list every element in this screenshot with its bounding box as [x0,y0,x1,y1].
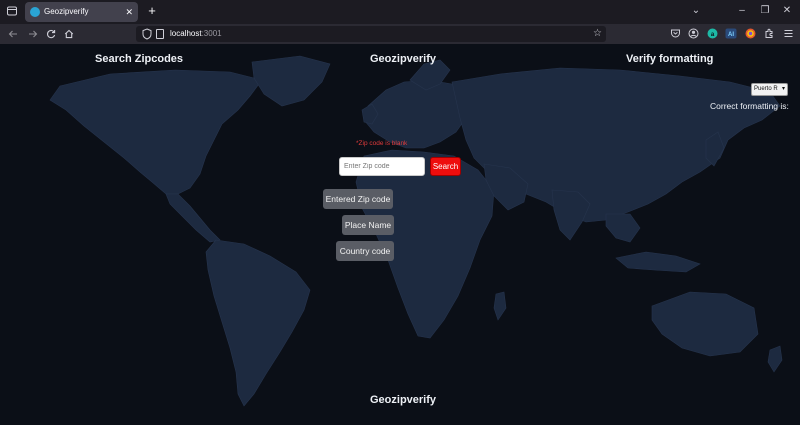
extensions-puzzle-icon[interactable] [762,27,776,41]
search-button[interactable]: Search [430,157,461,176]
world-map-background [49,55,783,407]
bookmark-star-icon[interactable]: ☆ [593,27,602,41]
country-select[interactable]: Puerto R ▾ [751,83,788,96]
url-port: :3001 [201,29,222,38]
entered-zip-code-field: Entered Zip code [323,189,393,209]
reload-icon[interactable] [44,26,58,42]
list-all-tabs-icon[interactable]: ⌄ [688,3,704,19]
nav-search-zipcodes-link[interactable]: Search Zipcodes [95,52,183,66]
country-code-field: Country code [336,241,394,261]
brand-title[interactable]: Geozipverify [370,52,436,66]
tab-strip: Geozipverify ✕ + ⌄ – ❐ ✕ [0,0,800,24]
new-tab-button[interactable]: + [145,3,159,19]
close-window-button[interactable]: ✕ [779,3,795,19]
country-select-value: Puerto R [754,86,778,92]
nav-verify-formatting-link[interactable]: Verify formatting [626,52,713,66]
place-name-field: Place Name [342,215,394,235]
chevron-down-icon: ▾ [781,86,785,92]
zip-code-input[interactable] [339,157,425,176]
menu-hamburger-icon[interactable] [781,27,795,41]
zip-error-message: *Zip code is blank [356,140,408,147]
extension-colorful-icon[interactable] [743,27,757,41]
page-info-icon[interactable] [156,29,164,39]
back-arrow-icon[interactable] [6,26,20,42]
footer-brand: Geozipverify [370,394,437,406]
site-header: Search Zipcodes Geozipverify Verify form… [0,44,800,74]
tab-overview-icon[interactable] [4,3,20,19]
url-text[interactable]: localhost:3001 [170,28,222,40]
address-bar[interactable]: localhost:3001 ☆ [136,26,606,42]
browser-window: Geozipverify ✕ + ⌄ – ❐ ✕ localhost:3001 … [0,0,800,425]
tab-title: Geozipverify [44,7,89,16]
restore-button[interactable]: ❐ [757,3,773,19]
url-host: localhost [170,29,202,38]
minimize-button[interactable]: – [734,3,750,19]
correct-formatting-label: Correct formatting is: [710,101,789,111]
svg-text:AI: AI [728,32,734,38]
pocket-icon[interactable] [668,27,682,41]
extension-teal-icon[interactable]: a [705,27,719,41]
web-page: Search Zipcodes Geozipverify Verify form… [0,44,800,425]
tab-geozipverify[interactable]: Geozipverify ✕ [25,2,138,22]
shield-icon[interactable] [142,28,152,40]
favicon-icon [30,7,40,17]
home-icon[interactable] [62,26,76,42]
forward-arrow-icon[interactable] [26,26,40,42]
navigation-toolbar: localhost:3001 ☆ a AI [0,24,800,44]
account-icon[interactable] [686,27,700,41]
close-tab-icon[interactable]: ✕ [125,6,133,18]
extension-ai-icon[interactable]: AI [724,27,738,41]
